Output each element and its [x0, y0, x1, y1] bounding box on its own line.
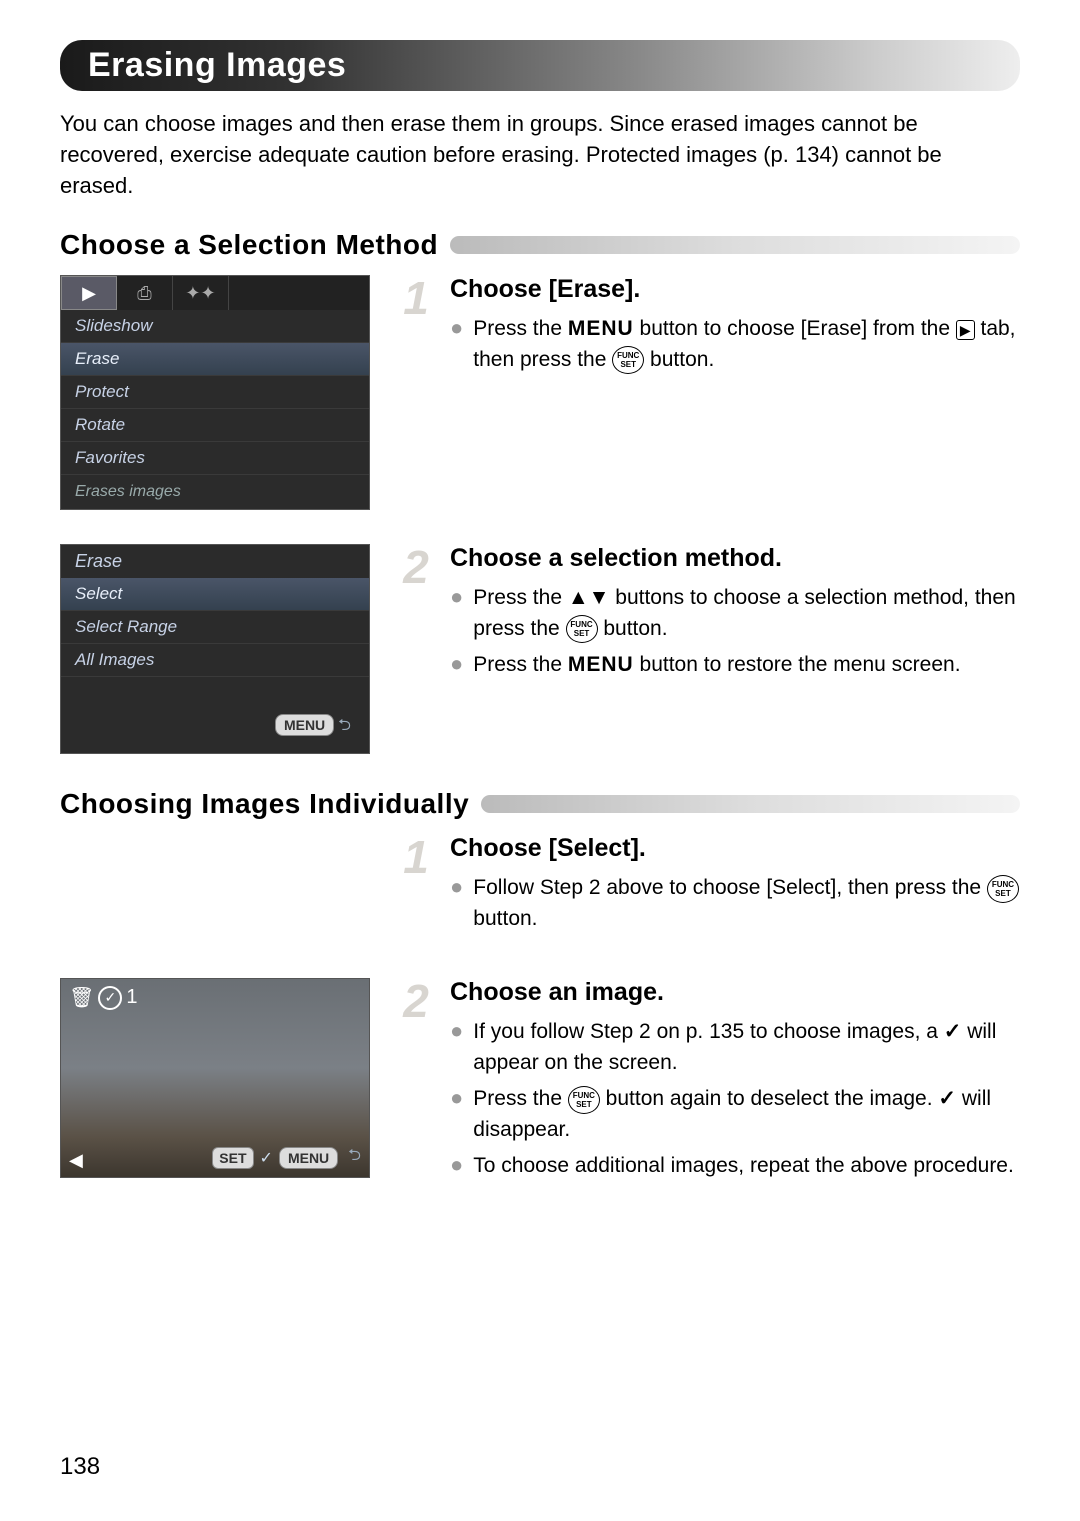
erase-title: Erase	[61, 545, 369, 578]
section-heading-row: Choose a Selection Method	[60, 229, 1020, 261]
text: button.	[644, 348, 714, 371]
func-set-icon: FUNCSET	[987, 875, 1019, 903]
selection-count: 1	[126, 986, 137, 1009]
menu-protect: Protect	[61, 376, 369, 409]
s2-step2-b3: ● To choose additional images, repeat th…	[450, 1151, 1020, 1181]
section2-heading: Choosing Images Individually	[60, 788, 469, 820]
erase-select-range: Select Range	[61, 611, 369, 644]
erase-select: Select	[61, 578, 369, 611]
s1-step2-title: Choose a selection method.	[450, 544, 1020, 573]
down-arrow-icon	[589, 586, 610, 609]
s2-step1-title: Choose [Select].	[450, 834, 1020, 863]
text: Press the	[473, 1087, 568, 1110]
s2-step1: 1 Choose [Select]. ● Follow Step 2 above…	[396, 834, 1020, 940]
section2-heading-row: Choosing Images Individually	[60, 788, 1020, 820]
check-icon: ✓	[260, 1148, 273, 1168]
text: If you follow Step 2 on p. 135 to choose…	[473, 1020, 943, 1043]
s1-step1-title: Choose [Erase].	[450, 275, 1020, 304]
section2-row2: 🗑 ✓ 1 ◀ SET ✓ MENU ⮌ 2 Choose an image. …	[60, 978, 1020, 1205]
text: To choose additional images, repeat the …	[473, 1151, 1014, 1181]
page-title-bar: Erasing Images	[60, 40, 1020, 91]
tab-print: ⎙	[117, 276, 173, 310]
page-number: 138	[60, 1453, 100, 1481]
prev-arrow-icon: ◀	[69, 1150, 83, 1171]
camera-menu-screenshot: ▶ ⎙ ✦✦ Slideshow Erase Protect Rotate Fa…	[60, 275, 370, 510]
s1-step2: 2 Choose a selection method. ● Press the…	[396, 544, 1020, 686]
up-arrow-icon	[568, 586, 589, 609]
section1-row1: ▶ ⎙ ✦✦ Slideshow Erase Protect Rotate Fa…	[60, 275, 1020, 524]
return-arrow-icon: ⮌	[348, 1144, 361, 1171]
s2-step1-b1: ● Follow Step 2 above to choose [Select]…	[450, 873, 1020, 934]
func-set-icon: FUNCSET	[566, 615, 598, 643]
s1-step1: 1 Choose [Erase]. ● Press the MENU butto…	[396, 275, 1020, 381]
s2-step2-title: Choose an image.	[450, 978, 1020, 1007]
s2-step2-b1: ● If you follow Step 2 on p. 135 to choo…	[450, 1017, 1020, 1078]
bullet-icon: ●	[450, 873, 463, 934]
heading-bar	[481, 795, 1020, 813]
set-badge: SET	[212, 1147, 253, 1169]
intro-text: You can choose images and then erase the…	[60, 109, 1020, 201]
s2-step2: 2 Choose an image. ● If you follow Step …	[396, 978, 1020, 1187]
check-circle-icon: ✓	[98, 986, 122, 1010]
text: button to choose [Erase] from the	[634, 317, 956, 340]
text: Follow Step 2 above to choose [Select], …	[473, 876, 987, 899]
checkmark-icon	[944, 1020, 962, 1043]
step-number-2: 2	[396, 978, 436, 1187]
s1-step1-bullet: ● Press the MENU button to choose [Erase…	[450, 314, 1020, 375]
s1-step2-b2: ● Press the MENU button to restore the m…	[450, 650, 1020, 680]
step-number-1: 1	[396, 275, 436, 381]
tab-playback: ▶	[61, 276, 117, 310]
step-number-1: 1	[396, 834, 436, 940]
menu-badge: MENU	[279, 1147, 338, 1169]
bullet-icon: ●	[450, 650, 463, 680]
menu-rotate: Rotate	[61, 409, 369, 442]
playback-tab-icon: ▶	[956, 320, 975, 340]
func-set-icon: FUNCSET	[612, 346, 644, 374]
s2-step2-b2: ● Press the FUNCSET button again to dese…	[450, 1084, 1020, 1145]
heading-bar	[450, 236, 1020, 254]
text: Press the	[473, 317, 568, 340]
func-set-icon: FUNCSET	[568, 1086, 600, 1114]
bullet-icon: ●	[450, 1151, 463, 1181]
return-arrow-icon: ⮌	[338, 717, 351, 734]
selection-indicator: 🗑 ✓ 1	[69, 985, 138, 1010]
section1-heading: Choose a Selection Method	[60, 229, 438, 261]
text: button.	[598, 617, 668, 640]
section2-row1: 1 Choose [Select]. ● Follow Step 2 above…	[60, 834, 1020, 958]
image-select-screenshot: 🗑 ✓ 1 ◀ SET ✓ MENU ⮌	[60, 978, 370, 1178]
s1-step2-b1: ● Press the buttons to choose a selectio…	[450, 583, 1020, 644]
menu-badge: MENU	[275, 714, 334, 736]
erase-submenu-screenshot: Erase Select Select Range All Images MEN…	[60, 544, 370, 754]
bullet-icon: ●	[450, 314, 463, 375]
text: button.	[473, 907, 537, 930]
menu-favorites: Favorites	[61, 442, 369, 475]
text: Press the	[473, 653, 568, 676]
erase-all-images: All Images	[61, 644, 369, 677]
text: button again to deselect the image.	[600, 1087, 939, 1110]
menu-word: MENU	[568, 653, 634, 676]
text: Press the	[473, 586, 568, 609]
checkmark-icon	[938, 1087, 956, 1110]
camera-tabs: ▶ ⎙ ✦✦	[61, 276, 369, 310]
section1-row2: Erase Select Select Range All Images MEN…	[60, 544, 1020, 768]
text: button to restore the menu screen.	[634, 653, 961, 676]
bullet-icon: ●	[450, 583, 463, 644]
menu-description: Erases images	[61, 475, 369, 509]
step-number-2: 2	[396, 544, 436, 686]
menu-slideshow: Slideshow	[61, 310, 369, 343]
menu-word: MENU	[568, 317, 634, 340]
bullet-icon: ●	[450, 1084, 463, 1145]
page-title: Erasing Images	[88, 46, 992, 85]
bullet-icon: ●	[450, 1017, 463, 1078]
tab-tools: ✦✦	[173, 276, 229, 310]
menu-erase: Erase	[61, 343, 369, 376]
